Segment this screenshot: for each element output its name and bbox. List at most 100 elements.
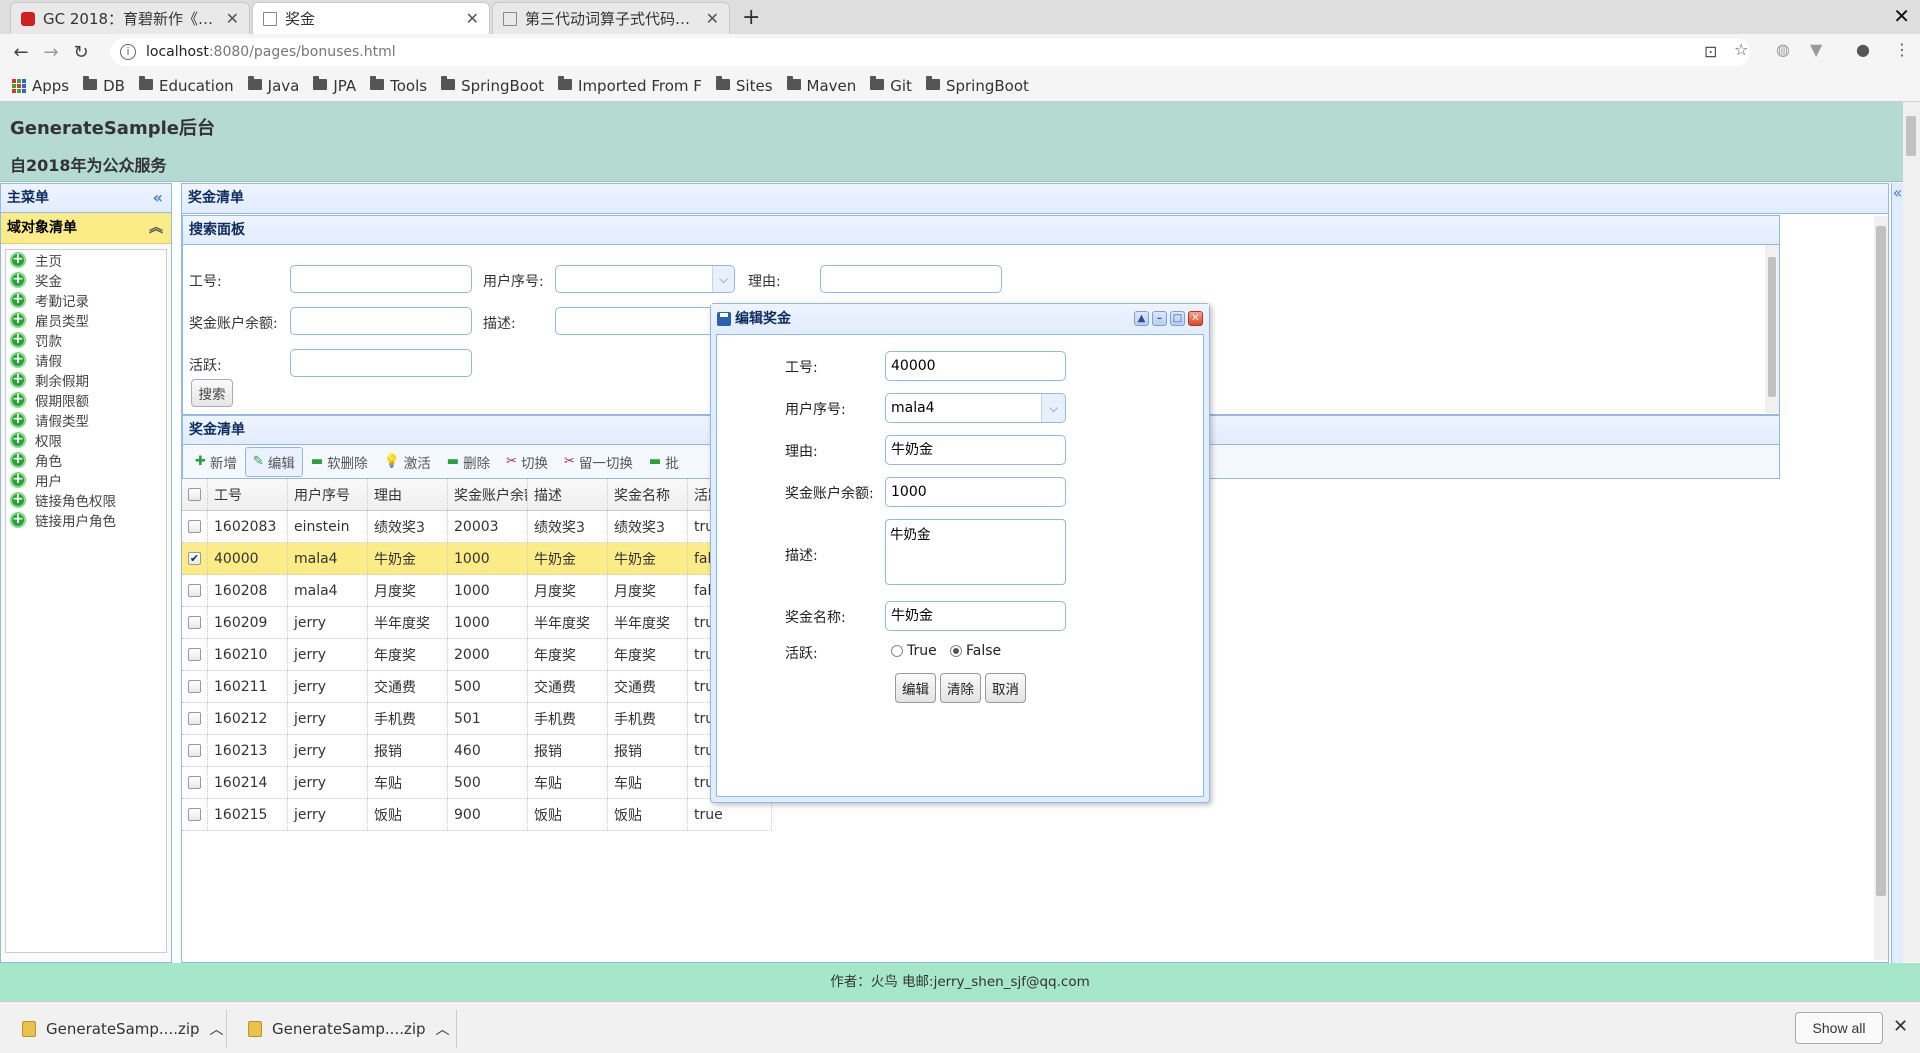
bookmark-folder[interactable]: Tools [370,76,427,95]
download-item[interactable]: GenerateSamp....zip ︿ [248,1012,450,1046]
search-reason-input[interactable] [820,265,1002,293]
user-combobox[interactable]: mala4 ⌵ [885,393,1066,423]
menu-item-home[interactable]: + 主页 [6,250,166,270]
scrollbar-thumb[interactable] [1876,226,1886,896]
batch-button[interactable]: ▬ 批 [641,447,687,477]
edit-submit-button[interactable]: 编辑 [895,673,936,703]
close-tab-icon[interactable]: ✕ [226,9,239,28]
balance-field[interactable]: 1000 [885,477,1066,507]
row-check-cell[interactable] [182,799,208,830]
clear-button[interactable]: 清除 [940,673,981,703]
reload-icon[interactable]: ↻ [66,42,96,63]
collapse-left-icon[interactable]: « [153,184,163,212]
menu-item-user[interactable]: + 用户 [6,470,166,490]
radio-true-button[interactable] [891,645,903,657]
menu-item-remaining-leave[interactable]: + 剩余假期 [6,370,166,390]
bookmark-star-icon[interactable]: ☆ [1734,40,1748,59]
chevron-up-icon[interactable]: ︿ [436,1019,450,1039]
column-header-name[interactable]: 奖金名称 [608,479,688,510]
column-header-desc[interactable]: 描述 [528,479,608,510]
row-checkbox[interactable] [188,520,201,533]
name-field[interactable]: 牛奶金 [885,601,1066,631]
browser-tab-1[interactable]: GC 2018：育碧新作《纪元 ✕ [10,2,250,34]
search-active-input[interactable] [290,349,472,377]
row-check-cell[interactable] [182,639,208,670]
menu-item-bonus[interactable]: + 奖金 [6,270,166,290]
bookmark-folder[interactable]: Education [138,76,234,95]
accordion-header[interactable]: 域对象清单 ︽ [1,213,171,244]
table-row[interactable]: 160212 jerry 手机费 501 手机费 手机费 tru [182,703,772,735]
info-icon[interactable]: i [120,44,136,60]
row-check-cell[interactable] [182,511,208,542]
scrollbar-thumb[interactable] [1768,257,1776,397]
address-bar[interactable]: i localhost:8080/pages/bonuses.html [110,38,1750,66]
collapse-up-icon[interactable]: ︽ [149,213,163,243]
cancel-button[interactable]: 取消 [985,673,1026,703]
row-check-cell[interactable] [182,607,208,638]
activate-button[interactable]: 💡 激活 [376,447,439,477]
desc-textarea[interactable]: 牛奶金 [885,519,1066,585]
bookmark-folder[interactable]: SpringBoot [925,76,1029,95]
chevron-down-icon[interactable]: ⌵ [712,266,734,292]
window-close-button[interactable]: ✕ [1893,4,1910,28]
row-check-cell[interactable] [182,703,208,734]
chevron-up-icon[interactable]: ︿ [210,1019,224,1039]
row-checkbox[interactable] [188,712,201,725]
delete-button[interactable]: ▬ 删除 [439,447,498,477]
forward-arrow-icon[interactable]: → [36,42,66,63]
center-scrollbar[interactable] [1874,216,1888,960]
search-id-input[interactable] [290,265,472,293]
close-icon[interactable]: ✕ [1188,311,1203,326]
menu-item-employee-type[interactable]: + 雇员类型 [6,310,166,330]
bookmark-folder[interactable]: Java [247,76,299,95]
bookmark-folder[interactable]: Imported From F [558,76,702,95]
bookmark-folder[interactable]: SpringBoot [441,76,544,95]
search-user-combobox[interactable]: ⌵ [555,265,735,293]
id-field[interactable]: 40000 [885,351,1066,381]
bookmark-folder[interactable]: Git [870,76,912,95]
menu-item-permission[interactable]: + 权限 [6,430,166,450]
reason-field[interactable]: 牛奶金 [885,435,1066,465]
collapse-icon[interactable]: ▲ [1134,311,1149,326]
menu-item-leave[interactable]: + 请假 [6,350,166,370]
row-checkbox[interactable] [188,616,201,629]
table-row[interactable]: 160213 jerry 报销 460 报销 报销 tru [182,735,772,767]
search-desc-input[interactable] [555,307,735,335]
row-checkbox[interactable] [188,680,201,693]
bookmark-folder[interactable]: DB [83,76,125,95]
row-checkbox[interactable]: ✔ [188,552,201,565]
row-checkbox[interactable] [188,776,201,789]
column-header-balance[interactable]: 奖金账户余额 [448,479,528,510]
row-check-cell[interactable] [182,575,208,606]
table-row[interactable]: 160208 mala4 月度奖 1000 月度奖 月度奖 fal [182,575,772,607]
search-balance-input[interactable] [290,307,472,335]
expand-right-icon[interactable]: « [1891,183,1903,963]
new-tab-button[interactable]: + [742,5,760,30]
chevron-down-icon[interactable]: ⌵ [1041,394,1065,422]
row-checkbox[interactable] [188,744,201,757]
extension-icon[interactable]: ◍ [1776,40,1790,59]
bookmark-folder[interactable]: Maven [786,76,856,95]
soft-delete-button[interactable]: ▬ 软删除 [303,447,376,477]
show-all-button[interactable]: Show all [1795,1012,1883,1044]
menu-kebab-icon[interactable]: ⋮ [1894,40,1910,59]
row-check-cell[interactable]: ✔ [182,543,208,574]
profile-icon[interactable]: ● [1856,40,1870,59]
table-row[interactable]: 1602083 einstein 绩效奖3 20003 绩效奖3 绩效奖3 tru [182,511,772,543]
radio-false-button[interactable] [950,645,962,657]
close-icon[interactable]: ✕ [1893,1016,1908,1037]
extension-icon[interactable]: ▼ [1810,40,1822,59]
table-row[interactable]: ✔ 40000 mala4 牛奶金 1000 牛奶金 牛奶金 fal [182,543,772,575]
browser-tab-3[interactable]: 第三代动词算子式代码生成 ✕ [492,2,730,34]
bookmark-folder[interactable]: JPA [313,76,356,95]
bookmark-apps[interactable]: Apps [12,77,69,95]
table-row[interactable]: 160209 jerry 半年度奖 1000 半年度奖 半年度奖 tru [182,607,772,639]
bookmark-folder[interactable]: Sites [715,76,773,95]
table-row[interactable]: 160210 jerry 年度奖 2000 年度奖 年度奖 tru [182,639,772,671]
column-header-id[interactable]: 工号 [208,479,288,510]
row-checkbox[interactable] [188,808,201,821]
menu-item-attendance[interactable]: + 考勤记录 [6,290,166,310]
minimize-icon[interactable]: – [1152,311,1167,326]
row-check-cell[interactable] [182,671,208,702]
close-tab-icon[interactable]: ✕ [466,9,479,28]
